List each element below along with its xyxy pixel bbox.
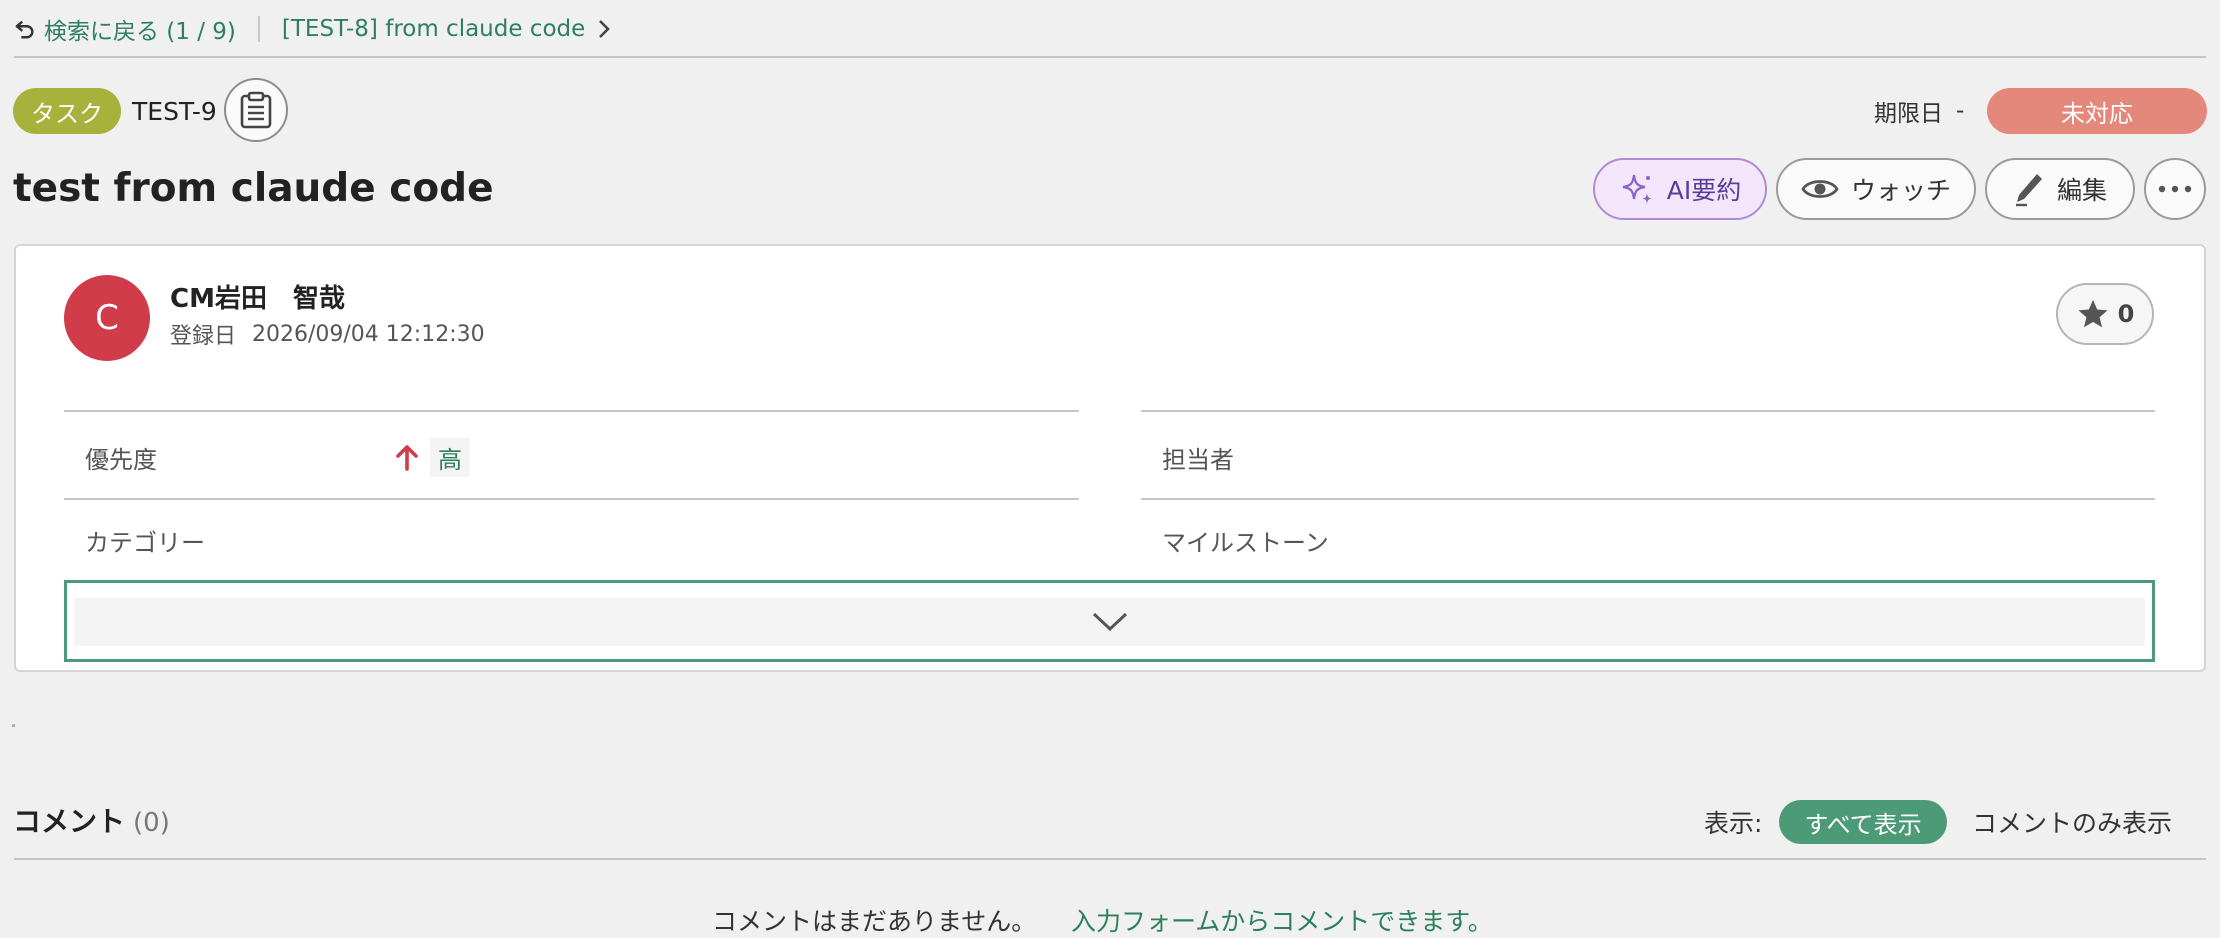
empty-comments-message: コメントはまだありません。 [712,907,1037,936]
issue-type-badge: タスク [13,88,121,134]
edit-label: 編集 [2056,176,2107,205]
created-date: 2026/09/04 12:12:30 [252,321,485,347]
issue-title: test from claude code [13,165,494,211]
milestone-label: マイルストーン [1162,528,1329,557]
due-date-label: 期限日 [1874,101,1943,127]
chevron-right-icon [599,20,611,38]
view-comments-only-button[interactable]: コメントのみ表示 [1972,802,2172,842]
undo-arrow-icon [15,20,34,39]
priority-label: 優先度 [85,445,157,474]
parent-issue-label: [TEST-8] from claude code [281,16,586,42]
comments-heading: コメント (0) [13,800,170,842]
avatar: C [64,275,150,361]
comments-title: コメント [13,805,126,838]
more-actions-button[interactable] [2144,158,2206,220]
breadcrumb-divider [14,56,2206,58]
watch-label: ウォッチ [1850,176,1951,205]
sparkle-icon [1622,174,1652,204]
field-divider [64,410,1079,412]
category-label: カテゴリー [85,528,205,557]
star-count: 0 [2117,300,2135,328]
watch-button[interactable]: ウォッチ [1776,158,1976,220]
field-divider [1141,498,2155,500]
comments-divider [14,858,2206,860]
copy-key-button[interactable] [224,78,288,142]
separator-dot [12,724,15,727]
arrow-up-icon [396,445,418,471]
status-badge[interactable]: 未対応 [1987,88,2207,134]
back-link-label: 検索に戻る (1 / 9) [44,19,236,45]
view-all-button[interactable]: すべて表示 [1779,800,1947,844]
ai-summary-button[interactable]: AI要約 [1593,158,1767,220]
priority-text: 高 [430,437,470,477]
expand-fields-inner[interactable] [74,598,2145,646]
chevron-down-icon [1092,612,1127,632]
assignee-label: 担当者 [1162,445,1234,474]
author-name: CM岩田 智哉 [170,283,345,314]
created-label: 登録日 [170,324,237,349]
back-link[interactable]: 検索に戻る (1 / 9) [14,12,236,46]
view-filter-label: 表示: [1704,809,1763,838]
ai-summary-label: AI要約 [1666,176,1742,205]
star-icon [2078,300,2108,328]
field-divider [1141,410,2155,412]
comments-count: (0) [133,808,170,838]
priority-value[interactable]: 高 [392,437,470,477]
pen-icon [2015,174,2042,207]
due-date-value: - [1956,98,1965,124]
clipboard-icon [240,91,272,129]
breadcrumb-separator [257,16,260,42]
parent-issue-link[interactable]: [TEST-8] from claude code [282,16,613,42]
breadcrumb: 検索に戻る (1 / 9) [TEST-8] from claude code [14,10,613,48]
comment-form-link[interactable]: 入力フォームからコメントできます。 [1071,900,1493,938]
edit-button[interactable]: 編集 [1985,158,2135,220]
field-divider [64,498,1079,500]
issue-key: TEST-9 [132,96,217,126]
ellipsis-icon [2158,185,2192,193]
star-button[interactable]: 0 [2056,283,2154,345]
eye-icon [1801,180,1839,198]
